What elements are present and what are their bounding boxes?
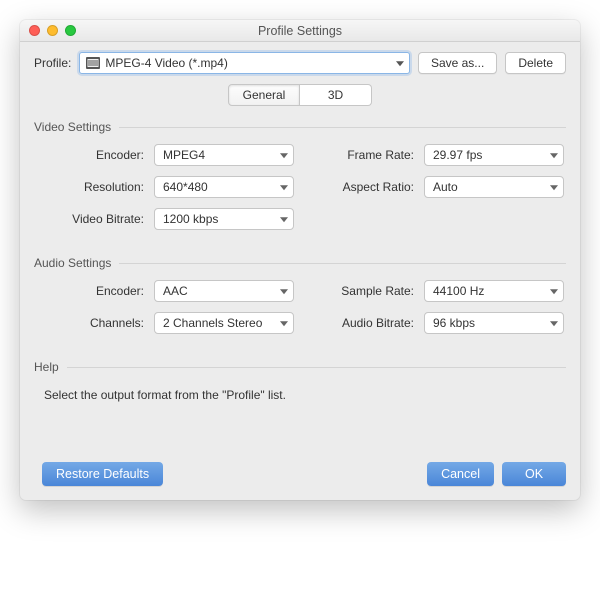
divider — [119, 127, 566, 128]
channels-select[interactable]: 2 Channels Stereo — [154, 312, 294, 334]
audio-encoder-label: Encoder: — [44, 284, 144, 298]
video-bitrate-label: Video Bitrate: — [44, 212, 144, 226]
audio-settings-title: Audio Settings — [34, 256, 111, 270]
divider — [67, 367, 566, 368]
audio-settings-group: Audio Settings Encoder: AAC Sample Rate:… — [34, 256, 566, 334]
profile-label: Profile: — [34, 56, 71, 70]
tab-bar: General 3D — [34, 84, 566, 106]
chevron-down-icon — [550, 289, 558, 294]
sample-rate-select[interactable]: 44100 Hz — [424, 280, 564, 302]
content: Profile: MPEG-4 Video (*.mp4) Sa — [20, 42, 580, 500]
chevron-down-icon — [280, 217, 288, 222]
help-text: Select the output format from the "Profi… — [34, 384, 566, 402]
profile-select[interactable]: MPEG-4 Video (*.mp4) — [79, 52, 410, 74]
channels-label: Channels: — [44, 316, 144, 330]
chevron-down-icon — [550, 185, 558, 190]
chevron-down-icon — [280, 153, 288, 158]
resolution-select[interactable]: 640*480 — [154, 176, 294, 198]
video-settings-title: Video Settings — [34, 120, 111, 134]
restore-defaults-button[interactable]: Restore Defaults — [42, 462, 163, 486]
frame-rate-select[interactable]: 29.97 fps — [424, 144, 564, 166]
delete-button[interactable]: Delete — [505, 52, 566, 74]
mpeg-icon — [86, 57, 100, 69]
divider — [119, 263, 566, 264]
audio-bitrate-select[interactable]: 96 kbps — [424, 312, 564, 334]
video-settings-group: Video Settings Encoder: MPEG4 Frame Rate… — [34, 120, 566, 230]
titlebar: Profile Settings — [20, 20, 580, 42]
profile-value: MPEG-4 Video (*.mp4) — [105, 56, 228, 70]
help-title: Help — [34, 360, 59, 374]
ok-button[interactable]: OK — [502, 462, 566, 486]
save-as-button[interactable]: Save as... — [418, 52, 497, 74]
audio-encoder-select[interactable]: AAC — [154, 280, 294, 302]
window-title: Profile Settings — [20, 24, 580, 38]
aspect-ratio-select[interactable]: Auto — [424, 176, 564, 198]
profile-row: Profile: MPEG-4 Video (*.mp4) Sa — [34, 52, 566, 74]
footer: Restore Defaults Cancel OK — [34, 462, 566, 486]
video-settings-header: Video Settings — [34, 120, 566, 134]
audio-bitrate-label: Audio Bitrate: — [304, 316, 414, 330]
aspect-ratio-label: Aspect Ratio: — [304, 180, 414, 194]
tab-3d[interactable]: 3D — [300, 84, 372, 106]
help-header: Help — [34, 360, 566, 374]
video-encoder-label: Encoder: — [44, 148, 144, 162]
profile-settings-window: Profile Settings Profile: MPEG-4 Vi — [20, 20, 580, 500]
resolution-label: Resolution: — [44, 180, 144, 194]
chevron-down-icon — [280, 289, 288, 294]
cancel-button[interactable]: Cancel — [427, 462, 494, 486]
chevron-down-icon — [280, 321, 288, 326]
chevron-down-icon — [550, 321, 558, 326]
video-encoder-select[interactable]: MPEG4 — [154, 144, 294, 166]
audio-settings-header: Audio Settings — [34, 256, 566, 270]
sample-rate-label: Sample Rate: — [304, 284, 414, 298]
chevron-down-icon — [396, 61, 404, 66]
video-bitrate-select[interactable]: 1200 kbps — [154, 208, 294, 230]
chevron-down-icon — [550, 153, 558, 158]
help-group: Help Select the output format from the "… — [34, 360, 566, 402]
frame-rate-label: Frame Rate: — [304, 148, 414, 162]
tab-general[interactable]: General — [228, 84, 300, 106]
chevron-down-icon — [280, 185, 288, 190]
